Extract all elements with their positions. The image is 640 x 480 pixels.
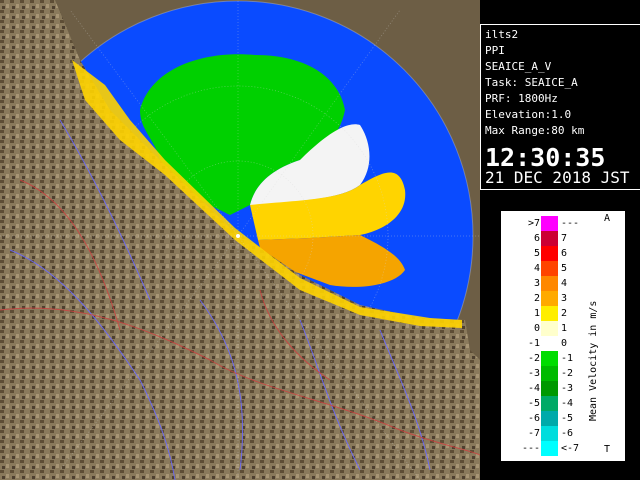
- legend-left-label: 3: [533, 278, 540, 289]
- legend-color-swatch: [541, 261, 558, 276]
- velocity-color-legend: A >7 --- 6 7 5 6 4 5 3 4 2 3 1 2 0 1 -1 0 -2 -1 -3 -2 -4 -3 -5 -4…: [500, 210, 626, 462]
- legend-color-swatch: [541, 381, 558, 396]
- radar-ppi-display[interactable]: [0, 0, 480, 480]
- legend-tag-bottom: T: [604, 444, 611, 455]
- legend-right-label: ---: [561, 218, 580, 229]
- legend-color-swatch: [541, 426, 558, 441]
- legend-left-label: ---: [521, 443, 540, 454]
- legend-color-swatch: [541, 336, 558, 351]
- legend-right-label: -3: [561, 383, 574, 394]
- info-panel: ilts2 PPI SEAICE_A_V Task: SEAICE_A PRF:…: [480, 24, 640, 190]
- legend-right-label: -6: [561, 428, 574, 439]
- legend-right-label: -2: [561, 368, 574, 379]
- legend-right-label: -5: [561, 413, 574, 424]
- legend-left-label: -3: [527, 368, 540, 379]
- legend-color-swatch: [541, 321, 558, 336]
- legend-left-label: -7: [527, 428, 540, 439]
- legend-right-label: -1: [561, 353, 574, 364]
- legend-color-swatch: [541, 276, 558, 291]
- site-name: ilts2: [485, 28, 519, 41]
- legend-left-label: 1: [533, 308, 540, 319]
- legend-color-swatch: [541, 291, 558, 306]
- legend-left-label: 2: [533, 293, 540, 304]
- legend-right-label: -4: [561, 398, 574, 409]
- legend-right-label: 1: [561, 323, 568, 334]
- legend-right-label: 2: [561, 308, 568, 319]
- legend-tag-top: A: [604, 213, 611, 224]
- legend-color-swatch: [541, 216, 558, 231]
- legend-left-label: 6: [533, 233, 540, 244]
- prf-value: PRF: 1800Hz: [485, 92, 558, 105]
- elevation-value: Elevation:1.0: [485, 108, 572, 121]
- legend-right-label: <-7: [561, 443, 580, 454]
- legend-left-label: -1: [527, 338, 540, 349]
- legend-left-label: -6: [527, 413, 540, 424]
- legend-left-label: 5: [533, 248, 540, 259]
- scan-mode: PPI: [485, 44, 505, 57]
- max-range-value: Max Range:80 km: [485, 124, 585, 137]
- legend-color-swatch: [541, 396, 558, 411]
- task-name: Task: SEAICE_A: [485, 76, 578, 89]
- legend-color-swatch: [541, 366, 558, 381]
- radar-site-marker: [236, 234, 240, 238]
- legend-left-label: 0: [533, 323, 540, 334]
- legend-left-label: 4: [533, 263, 540, 274]
- legend-color-swatch: [541, 351, 558, 366]
- legend-color-swatch: [541, 246, 558, 261]
- legend-right-label: 7: [561, 233, 568, 244]
- legend-right-label: 6: [561, 248, 568, 259]
- legend-left-label: >7: [527, 218, 540, 229]
- legend-left-label: -5: [527, 398, 540, 409]
- legend-color-swatch: [541, 441, 558, 456]
- legend-color-swatch: [541, 306, 558, 321]
- product-name: SEAICE_A_V: [485, 60, 552, 73]
- legend-right-label: 3: [561, 293, 568, 304]
- legend-unit-label: Mean Velocity in m/s: [588, 300, 599, 421]
- scan-date: 21 DEC 2018 JST: [485, 168, 630, 187]
- legend-right-label: 0: [561, 338, 568, 349]
- legend-left-label: -4: [527, 383, 540, 394]
- legend-color-swatch: [541, 411, 558, 426]
- legend-right-label: 4: [561, 278, 568, 289]
- legend-color-swatch: [541, 231, 558, 246]
- legend-left-label: -2: [527, 353, 540, 364]
- legend-right-label: 5: [561, 263, 568, 274]
